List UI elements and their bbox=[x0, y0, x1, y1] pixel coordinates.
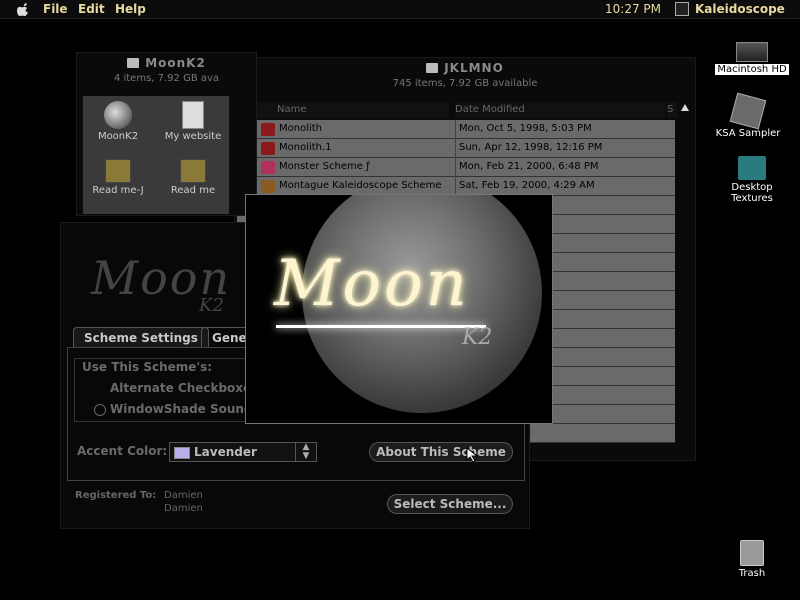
list-row[interactable]: Monolith.1 Sun, Apr 12, 1998, 12:16 PM bbox=[237, 139, 675, 158]
list-row[interactable]: Monster Scheme ƒ Mon, Feb 21, 2000, 6:48… bbox=[237, 158, 675, 177]
column-header-name[interactable]: Name bbox=[237, 102, 449, 118]
about-splash[interactable]: Moon K2 bbox=[245, 194, 553, 424]
panel-logo-sub: K2 bbox=[199, 295, 224, 316]
sort-direction-icon[interactable] bbox=[681, 104, 689, 111]
use-scheme-label: Use This Scheme's: bbox=[82, 360, 213, 374]
about-scheme-button[interactable]: About This Scheme bbox=[369, 442, 513, 462]
select-arrows-icon: ▲ ▼ bbox=[295, 443, 316, 461]
scheme-folder-icon bbox=[261, 161, 275, 174]
hard-drive-icon bbox=[736, 42, 768, 62]
alternate-checkboxes-option[interactable]: Alternate Checkboxes bbox=[110, 381, 258, 395]
desktop-macintosh-hd[interactable]: Macintosh HD bbox=[712, 42, 792, 75]
window-info: 4 items, 7.92 GB ava bbox=[113, 73, 220, 84]
registered-label: Registered To: bbox=[75, 490, 157, 501]
moon-icon bbox=[104, 101, 132, 129]
readme-icon bbox=[180, 159, 206, 183]
tab-scheme-settings[interactable]: Scheme Settings bbox=[73, 327, 209, 347]
readme-icon bbox=[105, 159, 131, 183]
desktop-ksa-sampler[interactable]: KSA Sampler bbox=[708, 92, 788, 139]
folder-icon bbox=[261, 123, 275, 136]
column-header-size[interactable]: S bbox=[667, 102, 677, 118]
accent-swatch bbox=[174, 447, 190, 459]
readme-j-file[interactable]: Read me-J bbox=[83, 159, 153, 196]
splash-subtitle: K2 bbox=[462, 325, 493, 350]
menu-help[interactable]: Help bbox=[115, 2, 146, 16]
window-title[interactable]: JKLMNO bbox=[235, 58, 695, 78]
menu-clock[interactable]: 10:27 PM bbox=[605, 2, 661, 16]
apple-icon[interactable] bbox=[17, 2, 30, 16]
folder-icon bbox=[127, 58, 140, 68]
scheme-file-icon bbox=[261, 180, 275, 193]
list-row[interactable]: Monolith Mon, Oct 5, 1998, 5:03 PM bbox=[237, 120, 675, 139]
splash-title: Moon bbox=[274, 247, 470, 321]
readme-file[interactable]: Read me bbox=[158, 159, 228, 196]
folder-icon bbox=[426, 63, 439, 73]
pointer-icon bbox=[466, 447, 479, 463]
sampler-icon bbox=[729, 92, 767, 130]
window-title[interactable]: MoonK2 bbox=[77, 53, 256, 73]
accent-color-label: Accent Color: bbox=[77, 444, 168, 458]
moonk2-window: MoonK2 4 items, 7.92 GB ava MoonK2 My we… bbox=[76, 52, 257, 216]
web-document-icon bbox=[182, 101, 204, 129]
folder-icon bbox=[261, 142, 275, 155]
my-website-file[interactable]: My website bbox=[158, 101, 228, 142]
accent-color-select[interactable]: Lavender ▲ ▼ bbox=[169, 442, 317, 462]
icon-view: MoonK2 My website Read me-J Read me bbox=[83, 96, 229, 214]
menu-edit[interactable]: Edit bbox=[78, 2, 105, 16]
application-menu[interactable]: Kaleidoscope bbox=[695, 2, 785, 16]
window-info: 745 items, 7.92 GB available bbox=[392, 78, 538, 89]
application-icon[interactable] bbox=[675, 2, 689, 16]
trash-icon bbox=[740, 540, 764, 566]
desktop-trash[interactable]: Trash bbox=[722, 540, 782, 579]
moonk2-file[interactable]: MoonK2 bbox=[83, 101, 153, 142]
registered-name: Damien bbox=[164, 490, 203, 501]
desktop-desktop-textures[interactable]: Desktop Textures bbox=[708, 156, 796, 204]
column-header-date[interactable]: Date Modified bbox=[455, 102, 665, 118]
folder-icon bbox=[738, 156, 766, 180]
menu-file[interactable]: File bbox=[43, 2, 68, 16]
select-scheme-button[interactable]: Select Scheme... bbox=[387, 494, 513, 514]
windowshade-radio[interactable] bbox=[94, 404, 106, 416]
windowshade-sounds-option[interactable]: WindowShade Sounds bbox=[110, 402, 260, 416]
menu-bar: File Edit Help 10:27 PM Kaleidoscope bbox=[0, 0, 800, 19]
splash-glow-line bbox=[276, 325, 486, 328]
registered-org: Damien bbox=[164, 503, 203, 514]
